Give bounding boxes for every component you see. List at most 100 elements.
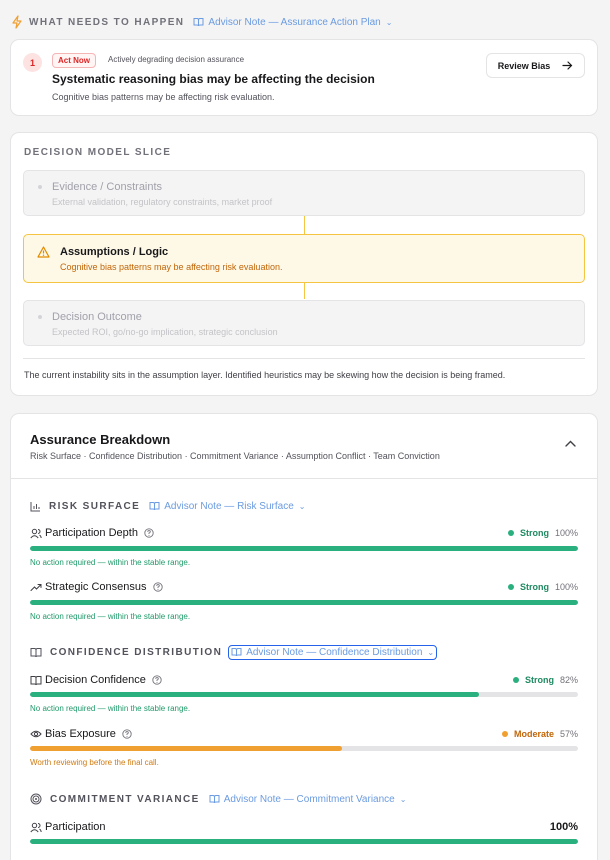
- action-title: Systematic reasoning bias may be affecti…: [52, 72, 375, 86]
- progress-fill: [30, 839, 578, 844]
- metric-strategic-consensus: Strategic Consensus: [30, 581, 163, 593]
- group-title: Commitment Variance: [50, 793, 200, 805]
- metric-note: No action required — within the stable r…: [30, 558, 191, 567]
- progress-fill: [30, 546, 578, 551]
- target-icon: [30, 793, 42, 805]
- progress-bar: [30, 746, 578, 751]
- book-open-icon: [30, 647, 42, 657]
- metric-participation: Participation: [30, 821, 106, 833]
- metric-note: No action required — within the stable r…: [30, 704, 191, 713]
- act-now-badge: Act Now: [52, 53, 96, 68]
- decision-model-footer: The current instability sits in the assu…: [24, 370, 506, 380]
- status-dot: [507, 584, 514, 590]
- metric-value: 57%: [559, 729, 578, 739]
- advisor-note-action-plan[interactable]: Advisor Note — Assurance Action Plan ⌄: [193, 17, 392, 28]
- help-circle-icon[interactable]: [144, 528, 154, 538]
- progress-fill: [30, 692, 480, 697]
- progress-bar: [30, 546, 578, 551]
- chevron-up-icon[interactable]: [565, 440, 576, 447]
- book-icon: [209, 795, 220, 804]
- metric-label: Decision Confidence: [45, 674, 146, 686]
- layer-subtitle: Expected ROI, go/no-go implication, stra…: [52, 327, 278, 337]
- assurance-breakdown-card: Assurance Breakdown Risk Surface · Confi…: [10, 413, 598, 860]
- group-title: Risk Surface: [49, 500, 141, 512]
- group-confidence-distribution: Confidence Distribution Advisor Note — C…: [30, 644, 438, 660]
- metric-label: Participation: [45, 821, 106, 833]
- advisor-note-label: Advisor Note — Confidence Distribution: [246, 646, 423, 658]
- status-dot: [501, 731, 508, 737]
- metric-status: Strong 100%: [507, 582, 578, 592]
- warning-icon: [37, 246, 50, 258]
- status-label: Moderate: [513, 729, 554, 739]
- layer-connector: [304, 216, 305, 234]
- lightning-icon: [12, 15, 22, 29]
- book-icon: [231, 648, 242, 657]
- users-icon: [30, 528, 42, 538]
- chevron-down-icon: ⌄: [385, 17, 393, 27]
- trend-up-icon: [30, 583, 42, 591]
- advisor-note-label: Advisor Note — Risk Surface: [164, 500, 294, 512]
- section-title: What Needs to Happen: [29, 16, 185, 28]
- progress-fill: [30, 600, 578, 605]
- status-label: Strong: [519, 582, 549, 592]
- status-dot: [512, 677, 519, 683]
- layer-evidence[interactable]: Evidence / Constraints External validati…: [23, 170, 585, 216]
- action-card: 1 Act Now Actively degrading decision as…: [10, 39, 598, 116]
- layer-outcome[interactable]: Decision Outcome Expected ROI, go/no-go …: [23, 300, 585, 346]
- metric-note: Worth reviewing before the final call.: [30, 758, 159, 767]
- advisor-note-label: Advisor Note — Assurance Action Plan: [208, 16, 381, 28]
- help-circle-icon[interactable]: [122, 729, 132, 739]
- review-bias-label: Review Bias: [497, 60, 551, 71]
- arrow-right-icon: [562, 61, 573, 70]
- metric-label: Bias Exposure: [45, 728, 116, 740]
- book-open-icon: [30, 675, 42, 685]
- help-circle-icon[interactable]: [152, 582, 163, 592]
- metric-value: 100%: [554, 528, 578, 538]
- status-dot: [507, 530, 514, 536]
- metric-value: 100%: [549, 821, 578, 833]
- group-risk-surface: Risk Surface Advisor Note — Risk Surface…: [30, 499, 305, 513]
- layer-title: Evidence / Constraints: [52, 181, 163, 193]
- book-icon: [149, 502, 160, 511]
- metric-bias-exposure: Bias Exposure: [30, 728, 132, 740]
- progress-bar: [30, 692, 578, 697]
- action-description: Cognitive bias patterns may be affecting…: [52, 92, 275, 102]
- help-circle-icon[interactable]: [152, 675, 162, 685]
- advisor-note-risk-surface[interactable]: Advisor Note — Risk Surface ⌄: [149, 501, 305, 512]
- act-now-subtitle: Actively degrading decision assurance: [108, 55, 245, 64]
- assurance-subtitle: Risk Surface · Confidence Distribution ·…: [30, 451, 440, 461]
- bullet-dot: [38, 185, 42, 189]
- divider: [11, 478, 597, 479]
- metric-status: Strong 100%: [507, 528, 578, 538]
- review-bias-button[interactable]: Review Bias: [486, 53, 585, 78]
- chevron-down-icon: ⌄: [399, 794, 407, 804]
- assurance-title: Assurance Breakdown: [30, 432, 171, 447]
- advisor-note-commitment-variance[interactable]: Advisor Note — Commitment Variance ⌄: [209, 794, 407, 805]
- metric-status: Strong 82%: [512, 675, 578, 685]
- metric-decision-confidence: Decision Confidence: [30, 674, 162, 686]
- progress-fill: [30, 746, 343, 751]
- progress-bar: [30, 839, 578, 844]
- layer-title: Decision Outcome: [52, 311, 142, 323]
- eye-icon: [30, 730, 42, 738]
- bullet-dot: [38, 315, 42, 319]
- users-icon: [30, 822, 42, 832]
- metric-participation-depth: Participation Depth: [30, 527, 154, 539]
- group-title: Confidence Distribution: [50, 646, 223, 658]
- decision-model-card: Decision Model Slice Evidence / Constrai…: [10, 132, 598, 396]
- metric-label: Participation Depth: [45, 527, 138, 539]
- advisor-note-confidence-distribution[interactable]: Advisor Note — Confidence Distribution ⌄: [228, 644, 438, 660]
- divider: [23, 358, 585, 359]
- bar-chart-icon: [30, 501, 40, 511]
- section-header: What Needs to Happen Advisor Note — Assu…: [11, 15, 392, 29]
- priority-number: 1: [23, 53, 42, 72]
- chevron-down-icon: ⌄: [298, 501, 306, 511]
- metric-label: Strategic Consensus: [45, 581, 147, 593]
- layer-assumptions[interactable]: Assumptions / Logic Cognitive bias patte…: [23, 234, 585, 283]
- progress-bar: [30, 600, 578, 605]
- group-commitment-variance: Commitment Variance Advisor Note — Commi…: [30, 792, 406, 806]
- metric-note: No action required — within the stable r…: [30, 612, 191, 621]
- chevron-down-icon: ⌄: [427, 647, 435, 657]
- layer-subtitle: Cognitive bias patterns may be affecting…: [60, 262, 283, 272]
- metric-value: 82%: [559, 675, 578, 685]
